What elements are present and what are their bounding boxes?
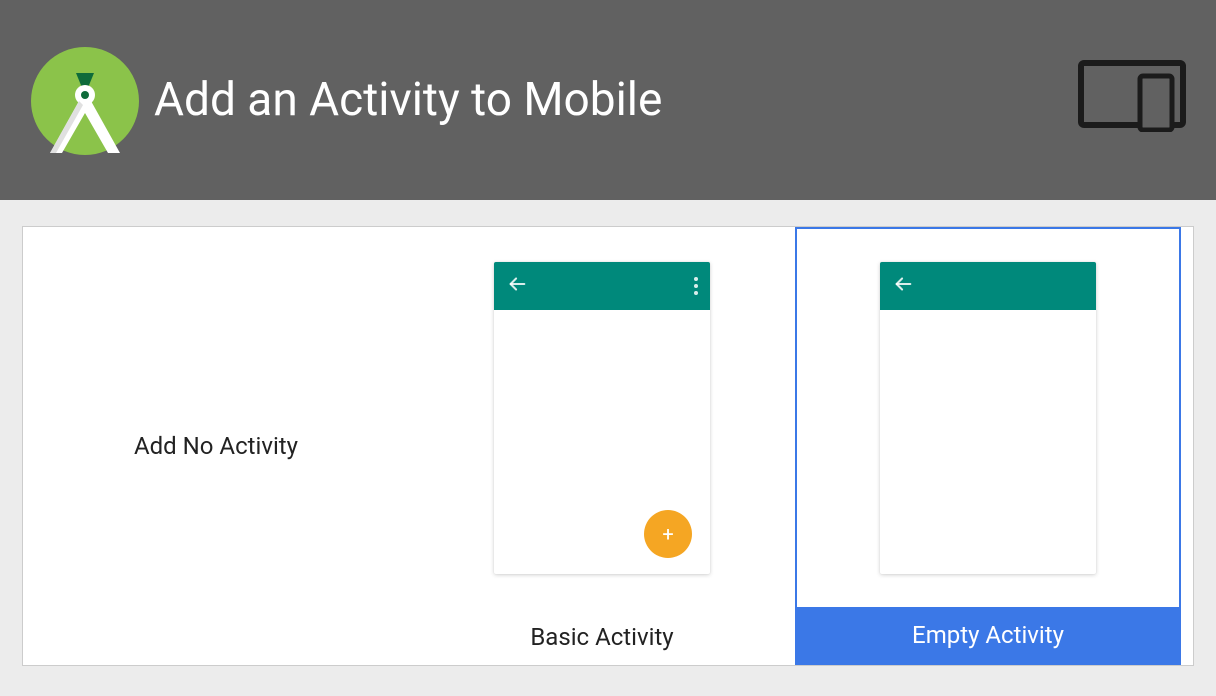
content-area: Add No Activity + [0, 200, 1216, 692]
wizard-header: Add an Activity to Mobile [0, 0, 1216, 200]
appbar [880, 262, 1096, 310]
phone-mock-empty [880, 262, 1096, 574]
tile-label: Empty Activity [797, 607, 1179, 663]
back-arrow-icon [892, 273, 914, 299]
plus-icon: + [662, 524, 673, 544]
tile-label: Basic Activity [409, 609, 795, 665]
tile-add-no-activity[interactable]: Add No Activity [23, 227, 409, 665]
phone-mock-basic: + [494, 262, 710, 574]
fab-icon: + [644, 510, 692, 558]
tile-preview [797, 229, 1179, 607]
activity-gallery: Add No Activity + [22, 226, 1194, 666]
form-factor-icon [1078, 60, 1186, 136]
back-arrow-icon [506, 273, 528, 299]
overflow-menu-icon [694, 277, 698, 295]
no-activity-label: Add No Activity [134, 432, 298, 460]
tile-empty-activity[interactable]: Empty Activity [795, 227, 1181, 665]
page-title: Add an Activity to Mobile [154, 73, 662, 127]
appbar [494, 262, 710, 310]
tile-preview: + [409, 227, 795, 609]
android-studio-logo-icon [30, 45, 140, 155]
tile-preview: Add No Activity [23, 227, 409, 665]
tile-basic-activity[interactable]: + Basic Activity [409, 227, 795, 665]
